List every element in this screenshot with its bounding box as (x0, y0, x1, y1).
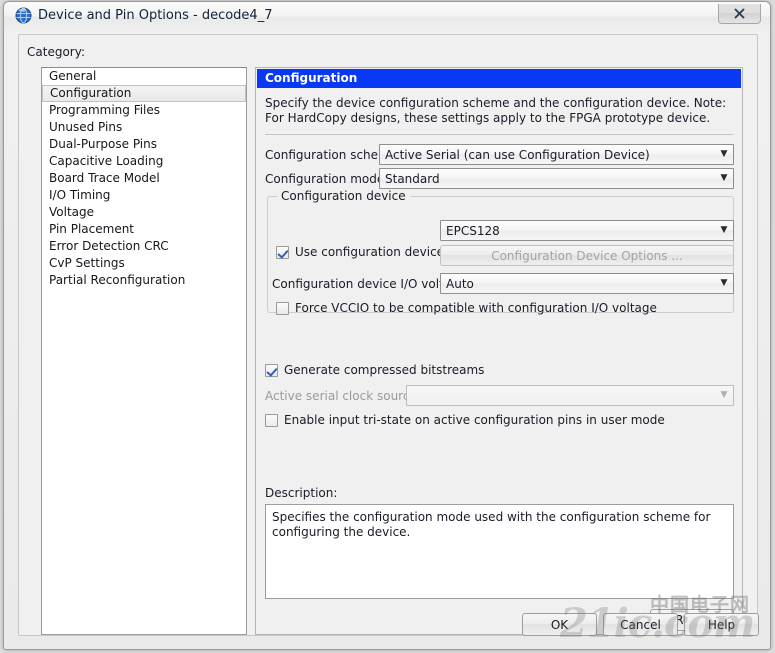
chevron-down-icon: ▼ (720, 149, 728, 159)
help-button[interactable]: Help (684, 613, 759, 636)
checkbox-box (265, 413, 278, 427)
checkbox-box (265, 363, 278, 377)
configuration-scheme-value: Active Serial (can use Configuration Dev… (385, 147, 650, 162)
configuration-device-io-voltage-value: Auto (446, 276, 474, 291)
configuration-device-group-title: Configuration device (277, 189, 410, 203)
enable-input-tristate-label: Enable input tri-state on active configu… (284, 413, 665, 427)
category-item-dual-purpose-pins[interactable]: Dual-Purpose Pins (42, 136, 246, 153)
configuration-device-combobox[interactable]: EPCS128 ▼ (440, 220, 734, 241)
configuration-device-options-button[interactable]: Configuration Device Options ... (440, 245, 734, 266)
chevron-down-icon: ▼ (720, 173, 728, 183)
description-text: Specifies the configuration mode used wi… (272, 510, 711, 539)
description-textbox: Specifies the configuration mode used wi… (265, 504, 734, 599)
category-item-capacitive-loading[interactable]: Capacitive Loading (42, 153, 246, 170)
category-item-io-timing[interactable]: I/O Timing (42, 187, 246, 204)
category-item-partial-reconfiguration[interactable]: Partial Reconfiguration (42, 272, 246, 289)
category-item-programming-files[interactable]: Programming Files (42, 102, 246, 119)
quartus-globe-icon (15, 7, 32, 24)
configuration-mode-combobox[interactable]: Standard ▼ (379, 168, 734, 189)
cancel-button[interactable]: Cancel (603, 613, 678, 636)
use-configuration-device-label: Use configuration device: (295, 245, 449, 259)
panel-description: Specify the device configuration scheme … (265, 96, 727, 125)
generate-compressed-bitstreams-checkbox[interactable]: Generate compressed bitstreams (265, 363, 484, 377)
generate-compressed-bitstreams-label: Generate compressed bitstreams (284, 363, 485, 377)
configuration-device-value: EPCS128 (446, 223, 500, 238)
category-item-voltage[interactable]: Voltage (42, 204, 246, 221)
use-configuration-device-checkbox[interactable]: Use configuration device: (276, 245, 448, 259)
chevron-down-icon: ▼ (720, 390, 728, 400)
force-vccio-checkbox[interactable]: Force VCCIO to be compatible with config… (276, 301, 657, 315)
window-title: Device and Pin Options - decode4_7 (38, 8, 273, 23)
category-label: Category: (27, 45, 85, 59)
dialog-window: Device and Pin Options - decode4_7 Categ… (3, 1, 771, 650)
dialog-client-area: Category: General Configuration Programm… (18, 34, 758, 636)
configuration-scheme-combobox[interactable]: Active Serial (can use Configuration Dev… (379, 144, 734, 165)
category-item-configuration[interactable]: Configuration (42, 85, 246, 102)
background-ghost-text (474, 6, 724, 28)
close-button[interactable] (718, 4, 761, 24)
panel-header: Configuration (257, 69, 741, 88)
configuration-panel: Configuration Specify the device configu… (255, 67, 743, 635)
chevron-down-icon: ▼ (720, 278, 728, 288)
description-label: Description: (265, 486, 338, 500)
category-list[interactable]: General Configuration Programming Files … (41, 67, 247, 635)
configuration-device-options-label: Configuration Device Options ... (491, 248, 683, 263)
category-item-pin-placement[interactable]: Pin Placement (42, 221, 246, 238)
configuration-mode-label: Configuration mode: (265, 172, 389, 186)
panel-divider (265, 134, 733, 135)
title-bar: Device and Pin Options - decode4_7 (4, 2, 770, 31)
force-vccio-label: Force VCCIO to be compatible with config… (295, 301, 657, 315)
configuration-mode-value: Standard (385, 171, 440, 186)
chevron-down-icon: ▼ (720, 225, 728, 235)
category-item-error-detection-crc[interactable]: Error Detection CRC (42, 238, 246, 255)
checkbox-box (276, 301, 289, 315)
ok-button-label: OK (550, 617, 569, 632)
close-icon (734, 8, 745, 19)
cancel-button-label: Cancel (620, 617, 661, 632)
active-serial-clock-source-label: Active serial clock source: (265, 389, 421, 403)
category-item-board-trace-model[interactable]: Board Trace Model (42, 170, 246, 187)
category-item-general[interactable]: General (42, 68, 246, 85)
enable-input-tristate-checkbox[interactable]: Enable input tri-state on active configu… (265, 413, 665, 427)
help-button-label: Help (707, 617, 736, 632)
active-serial-clock-source-combobox[interactable]: ▼ (406, 385, 734, 406)
configuration-device-io-voltage-combobox[interactable]: Auto ▼ (440, 273, 734, 294)
checkbox-box (276, 245, 289, 259)
category-item-unused-pins[interactable]: Unused Pins (42, 119, 246, 136)
category-item-cvp-settings[interactable]: CvP Settings (42, 255, 246, 272)
ok-button[interactable]: OK (522, 613, 597, 636)
